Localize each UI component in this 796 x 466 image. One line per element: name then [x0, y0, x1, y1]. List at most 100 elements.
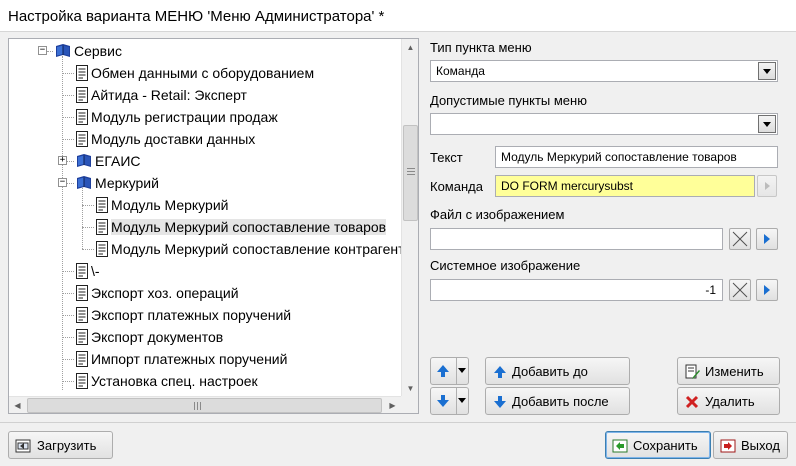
tree-item-row[interactable]: Модуль регистрации продаж — [9, 106, 401, 128]
tree-item-row[interactable]: Установка спец. настроек — [9, 370, 401, 392]
vertical-scroll-thumb[interactable] — [403, 125, 418, 221]
scroll-right-arrow-icon[interactable]: ▶ — [384, 397, 401, 413]
exit-icon — [720, 439, 736, 453]
tree-label: \- — [91, 263, 100, 279]
text-field[interactable]: Модуль Меркурий сопоставление товаров — [495, 146, 778, 168]
clear-image-button[interactable] — [729, 228, 751, 250]
play-arrow-icon — [765, 182, 770, 190]
system-image-value: -1 — [705, 283, 716, 297]
tree-label: Экспорт платежных поручений — [91, 307, 292, 323]
command-field[interactable]: DO FORM mercurysubst — [495, 175, 755, 197]
tree-item-row[interactable]: Модуль Меркурий сопоставление товаров — [9, 216, 401, 238]
tree-connector-line — [62, 359, 74, 360]
add-after-button[interactable]: Добавить после — [485, 387, 630, 415]
tree-vertical-scrollbar[interactable]: ▲ ▼ — [401, 39, 418, 397]
tree-item-row[interactable]: Модуль Меркурий сопоставление контрагент… — [9, 238, 401, 260]
add-before-label: Добавить до — [512, 364, 588, 379]
scroll-corner — [401, 396, 418, 413]
command-value: DO FORM mercurysubst — [501, 179, 634, 193]
tree-folder-row[interactable]: − Меркурий — [9, 172, 401, 194]
document-icon — [95, 241, 109, 260]
tree-horizontal-scrollbar[interactable]: ◀ ▶ — [9, 396, 401, 413]
move-down-button[interactable] — [430, 387, 469, 415]
tree-rows: − Сервис Обмен данными с оборудованием Айти… — [9, 39, 401, 397]
text-value: Модуль Меркурий сопоставление товаров — [501, 150, 737, 164]
command-label: Команда — [430, 179, 483, 194]
delete-x-icon — [685, 395, 699, 409]
tree-connector-line — [82, 205, 94, 206]
collapse-minus-icon[interactable]: − — [58, 178, 67, 187]
document-icon — [75, 263, 89, 282]
allowed-items-label: Допустимые пункты меню — [430, 93, 587, 108]
arrow-down-icon — [494, 396, 506, 408]
edit-document-icon — [685, 364, 700, 379]
clear-system-image-button[interactable] — [729, 279, 751, 301]
document-icon — [75, 109, 89, 128]
chevron-down-icon[interactable] — [758, 62, 776, 80]
collapse-minus-icon[interactable]: − — [38, 46, 47, 55]
browse-image-button[interactable] — [756, 228, 778, 250]
tree-item-row[interactable]: Экспорт хоз. операций — [9, 282, 401, 304]
edit-label: Изменить — [705, 364, 764, 379]
tree-label: ЕГАИС — [95, 153, 141, 169]
tree-item-row[interactable]: Обмен данными с оборудованием — [9, 62, 401, 84]
tree-label: Экспорт документов — [91, 329, 224, 345]
tree-connector-line — [47, 51, 53, 52]
scroll-down-arrow-icon[interactable]: ▼ — [402, 380, 418, 397]
tree-connector-line — [62, 293, 74, 294]
allowed-items-select[interactable] — [430, 113, 778, 135]
command-browse-button[interactable] — [757, 175, 777, 197]
tree-item-row[interactable]: Экспорт платежных поручений — [9, 304, 401, 326]
tree-connector-line — [82, 249, 94, 250]
tree-item-row[interactable]: Модуль Меркурий — [9, 194, 401, 216]
menu-tree[interactable]: − Сервис Обмен данными с оборудованием Айти… — [8, 38, 419, 414]
document-icon — [75, 65, 89, 84]
tree-label: Модуль доставки данных — [91, 131, 256, 147]
chevron-down-icon[interactable] — [758, 115, 776, 133]
document-icon — [75, 131, 89, 150]
browse-system-image-button[interactable] — [756, 279, 778, 301]
tree-item-row[interactable]: \- — [9, 260, 401, 282]
tree-label: Сервис — [74, 43, 122, 59]
menu-type-select[interactable]: Команда — [430, 60, 778, 82]
move-up-button[interactable] — [430, 357, 469, 385]
save-icon — [612, 439, 628, 453]
tree-item-row[interactable]: Импорт платежных поручений — [9, 348, 401, 370]
exit-button[interactable]: Выход — [713, 431, 788, 459]
tree-connector-line — [62, 271, 74, 272]
tree-label: Модуль Меркурий сопоставление контрагент… — [111, 241, 401, 257]
tree-connector-line — [62, 139, 74, 140]
scroll-left-arrow-icon[interactable]: ◀ — [9, 397, 26, 413]
tree-connector-line — [62, 315, 74, 316]
load-label: Загрузить — [37, 438, 97, 453]
tree-item-row[interactable]: Айтида - Retail: Эксперт — [9, 84, 401, 106]
tree-folder-row[interactable]: − Сервис — [9, 40, 401, 62]
tree-item-row[interactable]: Экспорт документов — [9, 326, 401, 348]
system-image-label: Системное изображение — [430, 258, 581, 273]
image-file-label: Файл с изображением — [430, 207, 565, 222]
save-label: Сохранить — [633, 438, 698, 453]
tree-label: Модуль Меркурий — [111, 197, 229, 213]
dropdown-arrow-icon — [458, 398, 466, 403]
add-before-button[interactable]: Добавить до — [485, 357, 630, 385]
tree-label: Айтида - Retail: Эксперт — [91, 87, 247, 103]
horizontal-scroll-thumb[interactable] — [27, 398, 382, 413]
load-button[interactable]: Загрузить — [8, 431, 113, 459]
delete-label: Удалить — [705, 394, 755, 409]
scroll-up-arrow-icon[interactable]: ▲ — [402, 39, 418, 56]
tree-connector-line — [62, 73, 74, 74]
tree-label: Модуль регистрации продаж — [91, 109, 278, 125]
dropdown-arrow-icon — [458, 368, 466, 373]
system-image-field[interactable]: -1 — [430, 279, 723, 301]
menu-type-label: Тип пункта меню — [430, 40, 532, 55]
edit-button[interactable]: Изменить — [677, 357, 780, 385]
title-bar: Настройка варианта МЕНЮ 'Меню Администра… — [0, 0, 796, 32]
tree-item-row[interactable]: Модуль доставки данных — [9, 128, 401, 150]
document-icon — [75, 87, 89, 106]
bottom-separator — [0, 422, 796, 423]
save-button[interactable]: Сохранить — [605, 431, 711, 459]
image-file-field[interactable] — [430, 228, 723, 250]
tree-folder-row[interactable]: + ЕГАИС — [9, 150, 401, 172]
delete-button[interactable]: Удалить — [677, 387, 780, 415]
expand-plus-icon[interactable]: + — [58, 156, 67, 165]
